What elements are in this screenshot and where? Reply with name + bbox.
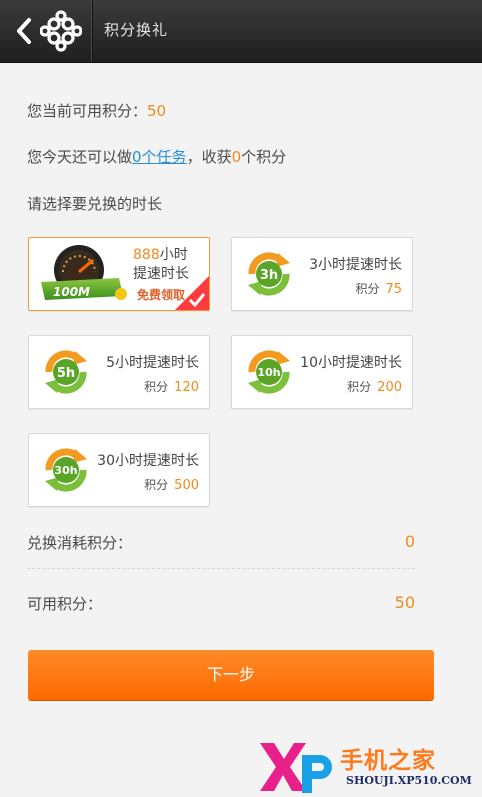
package-5h-points: 积分 120 [144,380,199,395]
top-bar: 积分换礼 [0,0,482,63]
consume-points-label: 兑换消耗积分： [27,534,133,552]
watermark: 手机之家 SHOUJI.XP510.COM [256,735,482,797]
package-10h-title: 10小时提速时长 [300,355,402,371]
task-middle: ，收获 [186,148,232,166]
package-5h-title: 5小时提速时长 [106,355,199,371]
choose-duration-prompt: 请选择要兑换的时长 [27,195,163,213]
summary-divider [27,568,415,569]
task-line: 您今天还可以做0个任务，收获0个积分 [27,146,286,167]
task-prefix: 您今天还可以做 [27,148,133,166]
package-30h-title: 30小时提速时长 [97,453,199,469]
available-points-value: 50 [147,102,167,120]
consume-points-row: 兑换消耗积分： 0 [27,532,415,553]
back-arrow-icon [17,18,31,44]
next-step-button[interactable]: 下一步 [28,650,434,700]
package-card-5h[interactable]: 5h 5小时提速时长 积分 120 [28,335,210,409]
task-suffix: 个积分 [241,148,287,166]
china-unicom-logo-icon [40,10,82,52]
package-3h-title: 3小时提速时长 [309,257,402,273]
header-divider [91,0,92,62]
tasks-link[interactable]: 0个任务 [132,148,187,166]
package-card-30h[interactable]: 30h 30小时提速时长 积分 500 [28,433,210,507]
package-30h-points: 积分 500 [144,478,199,493]
package-10h-points: 积分 200 [347,380,402,395]
available-points-row: 可用积分： 50 [27,593,415,614]
package-card-888h[interactable]: 100M 888小时 提速时长 免费领取 [28,237,210,311]
package-card-3h[interactable]: 3h 3小时提速时长 积分 75 [231,237,413,311]
xp-logo-icon [260,743,332,793]
available-points-summary-label: 可用积分： [27,595,103,613]
page-title: 积分换礼 [104,21,169,39]
speed-label: 100M [53,285,90,299]
available-points-line: 您当前可用积分：50 [27,100,166,121]
selected-check-icon [175,276,209,310]
watermark-url: SHOUJI.XP510.COM [346,774,472,787]
available-points-summary-value: 50 [394,593,415,612]
back-button[interactable] [0,0,90,62]
consume-points-value: 0 [404,532,415,551]
package-3h-points: 积分 75 [355,282,402,297]
watermark-text: 手机之家 [340,748,436,774]
task-count: 0 [231,148,242,166]
speedometer-100m-icon: 100M [41,245,127,300]
package-card-10h[interactable]: 10h 10小时提速时长 积分 200 [231,335,413,409]
available-points-label: 您当前可用积分： [27,102,148,120]
